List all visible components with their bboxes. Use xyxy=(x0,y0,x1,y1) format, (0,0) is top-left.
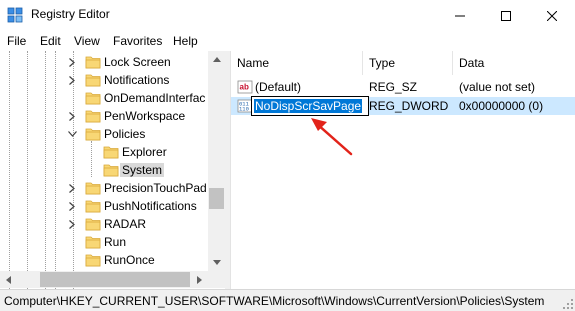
horizontal-scroll-thumb[interactable] xyxy=(40,272,190,287)
maximize-button[interactable] xyxy=(483,0,529,31)
tree-item-penworkspace[interactable]: PenWorkspace xyxy=(0,107,208,125)
maximize-icon xyxy=(501,10,511,21)
folder-icon xyxy=(85,181,101,195)
chevron-down-icon[interactable] xyxy=(67,129,77,139)
value-type: REG_SZ xyxy=(369,80,418,94)
tree-item-run[interactable]: Run xyxy=(0,233,208,251)
tree-horizontal-scrollbar[interactable] xyxy=(0,271,208,288)
tree-item-label: RADAR xyxy=(104,217,147,231)
chevron-right-icon[interactable] xyxy=(67,201,77,211)
chevron-right-icon[interactable] xyxy=(67,57,77,67)
chevron-down-icon xyxy=(212,260,221,265)
chevron-right-icon xyxy=(197,275,202,284)
folder-icon xyxy=(103,163,119,177)
minimize-button[interactable] xyxy=(437,0,483,31)
window-title: Registry Editor xyxy=(31,7,110,21)
status-bar: Computer\HKEY_CURRENT_USER\SOFTWARE\Micr… xyxy=(0,289,575,311)
tree-item-label: RunOnce xyxy=(104,253,155,267)
folder-icon xyxy=(85,127,101,141)
column-header-data[interactable]: Data xyxy=(453,51,575,75)
tree-item-label: Run xyxy=(104,235,127,249)
scroll-down-button[interactable] xyxy=(208,254,225,271)
tree-item-label: Notifications xyxy=(104,73,170,87)
folder-icon xyxy=(85,217,101,231)
tree-item-notifications[interactable]: Notifications xyxy=(0,71,208,89)
menu-favorites[interactable]: Favorites xyxy=(113,34,162,48)
column-header-name[interactable]: Name xyxy=(231,51,363,75)
close-button[interactable] xyxy=(529,0,575,31)
scrollbar-corner xyxy=(208,271,225,288)
tree-item-lock-screen[interactable]: Lock Screen xyxy=(0,53,208,71)
minimize-icon xyxy=(455,15,465,16)
folder-icon xyxy=(85,253,101,267)
resize-grip-icon[interactable] xyxy=(563,299,573,309)
tree-item-system[interactable]: System xyxy=(0,161,208,179)
menu-view[interactable]: View xyxy=(74,34,100,48)
chevron-right-icon[interactable] xyxy=(67,219,77,229)
tree-vertical-scrollbar[interactable] xyxy=(208,51,225,271)
rename-value-text: NoDispScrSavPage xyxy=(254,99,363,113)
tree-item-radar[interactable]: RADAR xyxy=(0,215,208,233)
tree-item-label: Lock Screen xyxy=(104,55,171,69)
value-type: REG_DWORD xyxy=(369,99,449,113)
tree-item-runonce[interactable]: RunOnce xyxy=(0,251,208,269)
folder-icon xyxy=(85,109,101,123)
tree-item-label: Explorer xyxy=(122,145,167,159)
value-data: 0x00000000 (0) xyxy=(459,99,544,113)
value-name: (Default) xyxy=(255,80,302,94)
folder-icon xyxy=(85,55,101,69)
chevron-left-icon xyxy=(6,275,11,284)
value-row-default[interactable]: ab (Default) REG_SZ (value not set) xyxy=(231,78,575,96)
chevron-right-icon[interactable] xyxy=(67,111,77,121)
menu-file[interactable]: File xyxy=(7,34,26,48)
scroll-right-button[interactable] xyxy=(191,271,208,288)
scroll-left-button[interactable] xyxy=(0,271,17,288)
menu-edit[interactable]: Edit xyxy=(40,34,61,48)
string-value-icon: ab xyxy=(237,80,253,94)
registry-editor-icon xyxy=(7,7,23,23)
chevron-up-icon xyxy=(212,57,221,62)
tree-item-ondemandinterfac[interactable]: OnDemandInterfac xyxy=(0,89,208,107)
tree-item-policies[interactable]: Policies xyxy=(0,125,208,143)
svg-text:ab: ab xyxy=(240,83,249,92)
tree-item-explorer[interactable]: Explorer xyxy=(0,143,208,161)
tree-item-pushnotifications[interactable]: PushNotifications xyxy=(0,197,208,215)
title-bar: Registry Editor xyxy=(0,0,575,31)
tree-item-label: OnDemandInterfac xyxy=(104,91,206,105)
value-data: (value not set) xyxy=(459,80,536,94)
menu-bar: File Edit View Favorites Help xyxy=(0,31,575,51)
svg-text:110: 110 xyxy=(239,106,249,113)
tree-item-label: Policies xyxy=(104,127,146,141)
tree-item-label: PrecisionTouchPad xyxy=(104,181,207,195)
scroll-up-button[interactable] xyxy=(208,51,225,68)
menu-help[interactable]: Help xyxy=(173,34,198,48)
registry-path: Computer\HKEY_CURRENT_USER\SOFTWARE\Micr… xyxy=(4,294,545,308)
folder-icon xyxy=(85,199,101,213)
value-row-nodispscrsavpage[interactable]: 011 110 NoDispScrSavPage REG_DWORD 0x000… xyxy=(231,96,575,116)
tree-item-label: PenWorkspace xyxy=(104,109,186,123)
tree-item-label: PushNotifications xyxy=(104,199,197,213)
tree-item-precisiontouchpad[interactable]: PrecisionTouchPad xyxy=(0,179,208,197)
chevron-right-icon[interactable] xyxy=(67,183,77,193)
tree-item-label: System xyxy=(120,163,165,177)
folder-icon xyxy=(103,145,119,159)
vertical-scroll-thumb[interactable] xyxy=(209,188,224,209)
annotation-arrow-icon xyxy=(311,118,353,156)
registry-key-tree[interactable]: Lock Screen Notifications OnDemandInterfac… xyxy=(0,51,225,289)
folder-icon xyxy=(85,73,101,87)
registry-values-list[interactable]: Name Type Data ab (Default) REG_SZ (valu… xyxy=(230,51,575,289)
chevron-right-icon[interactable] xyxy=(67,75,77,85)
close-icon xyxy=(547,10,557,21)
folder-icon xyxy=(85,91,101,105)
folder-icon xyxy=(85,235,101,249)
column-header-type[interactable]: Type xyxy=(363,51,453,75)
